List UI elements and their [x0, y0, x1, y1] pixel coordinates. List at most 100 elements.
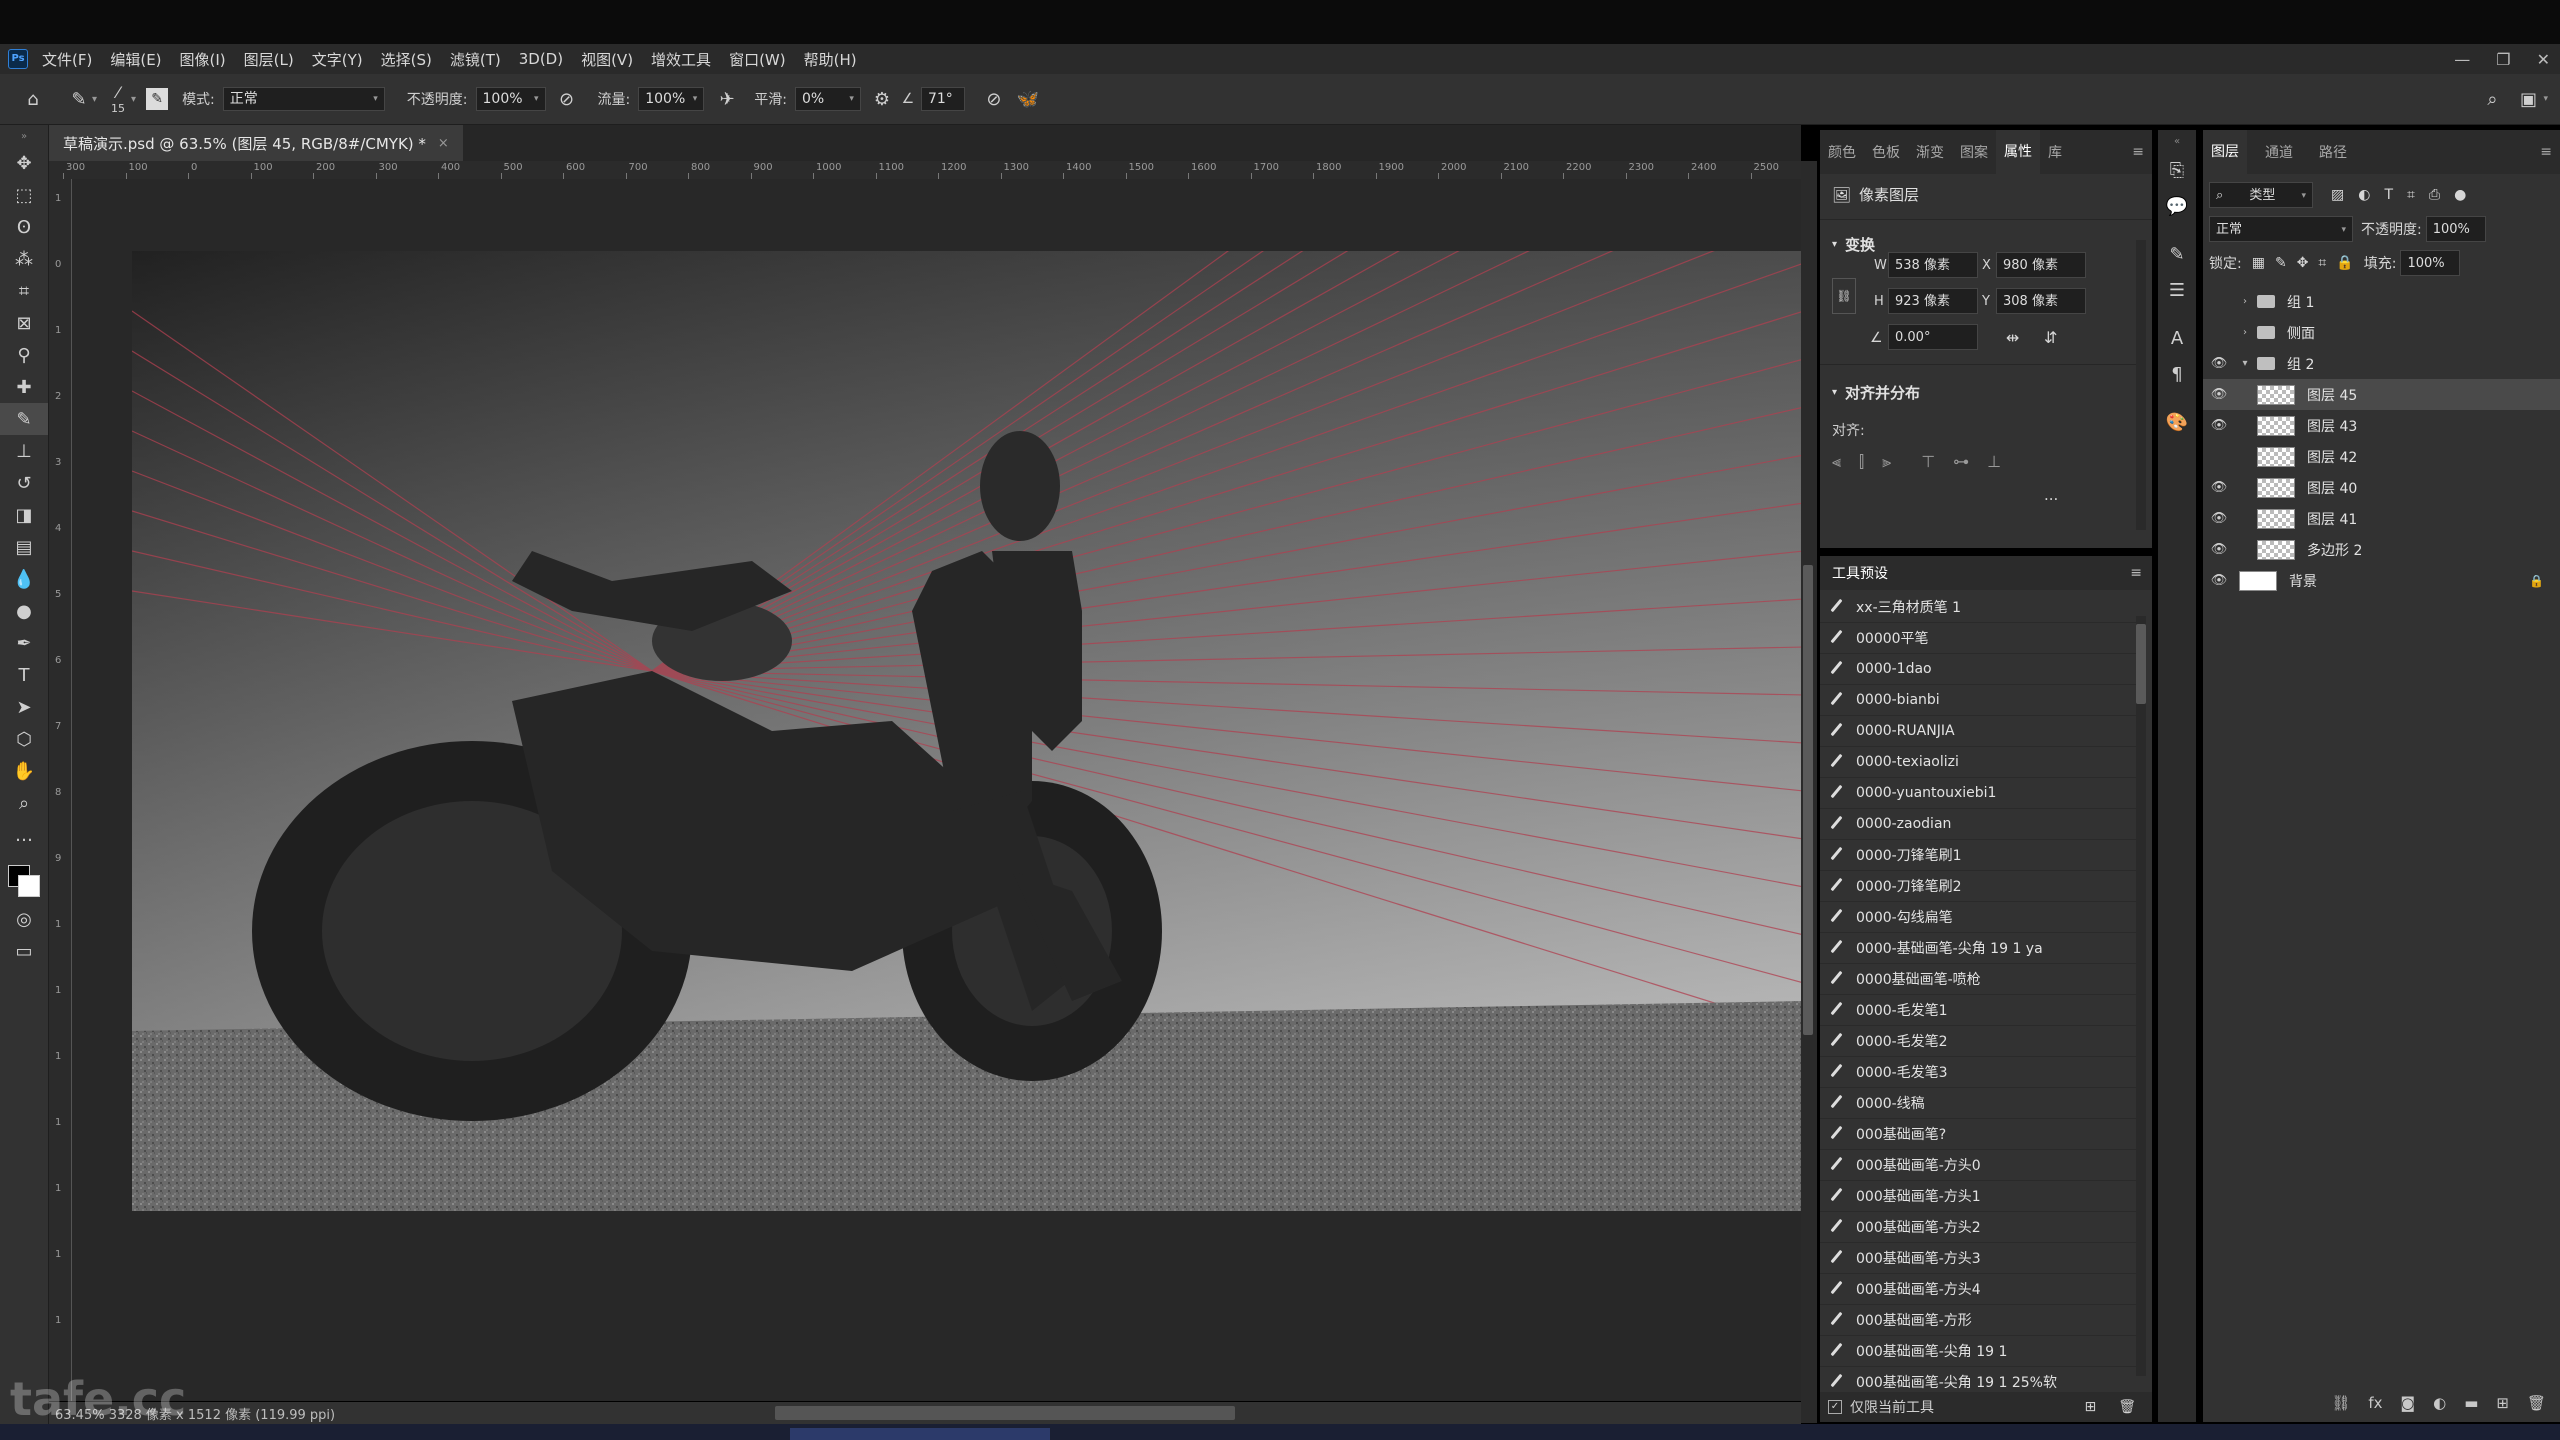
preset-item[interactable]: 000基础画笔-方头2 — [1820, 1212, 2136, 1243]
character-panel-icon[interactable]: A — [2158, 320, 2196, 356]
align-right-icon[interactable]: ⫸ — [1882, 452, 1891, 472]
lock-artboard-icon[interactable]: ⌗ — [2318, 255, 2326, 271]
current-tool-only-checkbox[interactable]: ✓ — [1828, 1400, 1842, 1414]
workspace-icon[interactable]: ▣ — [2515, 86, 2541, 112]
angle-field[interactable]: 71° — [920, 87, 965, 111]
presets-menu-icon[interactable]: ≡ — [2130, 565, 2142, 581]
menu-window[interactable]: 窗口(W) — [729, 49, 786, 70]
layer-name[interactable]: 图层 41 — [2307, 509, 2357, 529]
flip-horizontal-icon[interactable]: ⇹ — [2006, 328, 2019, 347]
flip-vertical-icon[interactable]: ⇵ — [2044, 328, 2057, 347]
x-field[interactable]: 980 像素 — [1996, 252, 2086, 278]
align-section[interactable]: ▾ 对齐并分布 — [1832, 382, 1920, 403]
height-field[interactable]: 923 像素 — [1888, 288, 1978, 314]
add-mask-icon[interactable]: ◙ — [2401, 1394, 2416, 1412]
screen-mode-icon[interactable]: ▭ — [0, 935, 48, 967]
transform-section[interactable]: ▾ 变换 — [1832, 234, 2152, 255]
preset-item[interactable]: xx-三角材质笔 1 — [1820, 592, 2136, 623]
tab-libraries[interactable]: 库 — [2040, 142, 2070, 162]
more-tools-icon[interactable]: … — [0, 819, 48, 851]
preset-item[interactable]: 0000-yuantouxiebi1 — [1820, 778, 2136, 809]
dodge-tool-icon[interactable]: ● — [0, 595, 48, 627]
lock-image-icon[interactable]: ✎ — [2275, 255, 2287, 271]
filter-shape-icon[interactable]: ⌗ — [2407, 187, 2415, 203]
history-panel-icon[interactable]: ⎘ — [2158, 152, 2196, 188]
restore-button[interactable]: ❐ — [2496, 50, 2510, 69]
preset-item[interactable]: 0000-刀锋笔刷1 — [1820, 840, 2136, 871]
layer-row[interactable]: 👁 多边形 2 — [2203, 534, 2560, 565]
preset-item[interactable]: 000基础画笔-方头4 — [1820, 1274, 2136, 1305]
tab-properties[interactable]: 属性 — [1996, 130, 2040, 174]
align-vcenter-icon[interactable]: ⊶ — [1953, 452, 1969, 472]
path-select-tool-icon[interactable]: ➤ — [0, 691, 48, 723]
layer-name[interactable]: 背景 — [2289, 571, 2317, 591]
background-color-swatch[interactable] — [18, 875, 40, 897]
vertical-scrollbar[interactable] — [1803, 565, 1813, 1035]
preset-item[interactable]: 0000-刀锋笔刷2 — [1820, 871, 2136, 902]
move-tool-icon[interactable]: ✥ — [0, 147, 48, 179]
brush-size-picker[interactable]: ⁄ 15 — [111, 83, 125, 115]
flow-field[interactable]: 100% ▾ — [638, 87, 705, 111]
filter-adjustment-icon[interactable]: ◐ — [2358, 187, 2370, 203]
preset-item[interactable]: 0000-毛发笔3 — [1820, 1057, 2136, 1088]
tab-paths[interactable]: 路径 — [2311, 142, 2355, 162]
menu-3d[interactable]: 3D(D) — [519, 50, 563, 68]
collapse-panels-icon[interactable]: « — [2158, 130, 2196, 152]
layer-name[interactable]: 组 2 — [2287, 354, 2314, 374]
healing-tool-icon[interactable]: ✚ — [0, 371, 48, 403]
layer-name[interactable]: 组 1 — [2287, 292, 2314, 312]
layer-name[interactable]: 图层 42 — [2307, 447, 2357, 467]
pressure-opacity-icon[interactable]: ⊘ — [554, 86, 580, 112]
eraser-tool-icon[interactable]: ◨ — [0, 499, 48, 531]
gear-icon[interactable]: ⚙ — [869, 86, 895, 112]
preset-item[interactable]: 000基础画笔-方头0 — [1820, 1150, 2136, 1181]
menu-plugins[interactable]: 增效工具 — [651, 49, 711, 70]
group-toggle-chevron-icon[interactable]: ▾ — [2239, 358, 2251, 369]
layer-row[interactable]: 👁 图层 43 — [2203, 410, 2560, 441]
pressure-size-icon[interactable]: ⊘ — [981, 86, 1007, 112]
preset-item[interactable]: 0000-zaodian — [1820, 809, 2136, 840]
crop-tool-icon[interactable]: ⌗ — [0, 275, 48, 307]
group-toggle-chevron-icon[interactable]: › — [2239, 296, 2251, 307]
layer-row[interactable]: 图层 42 — [2203, 441, 2560, 472]
adjustments-panel-icon[interactable]: ☰ — [2158, 272, 2196, 308]
preset-item[interactable]: 000基础画笔-尖角 19 1 25%软 — [1820, 1367, 2136, 1392]
link-layers-icon[interactable]: ⛓ — [2331, 1394, 2350, 1412]
preset-item[interactable]: 000基础画笔-方头1 — [1820, 1181, 2136, 1212]
tab-gradients[interactable]: 渐变 — [1908, 142, 1952, 162]
delete-preset-icon[interactable]: 🗑 — [2118, 1399, 2136, 1415]
menu-help[interactable]: 帮助(H) — [804, 49, 857, 70]
adjustment-layer-icon[interactable]: ◐ — [2433, 1394, 2446, 1412]
align-bottom-icon[interactable]: ⊥ — [1987, 452, 2001, 472]
visibility-eye-icon[interactable]: 👁 — [2203, 542, 2235, 557]
filter-smart-object-icon[interactable]: ⎙ — [2429, 187, 2440, 203]
quick-mask-icon[interactable]: ◎ — [0, 903, 48, 935]
filter-type-icon[interactable]: T — [2384, 187, 2393, 203]
symmetry-icon[interactable]: 🦋 — [1015, 86, 1041, 112]
color-swatches[interactable] — [0, 851, 48, 903]
menu-type[interactable]: 文字(Y) — [312, 49, 363, 70]
delete-layer-icon[interactable]: 🗑 — [2527, 1394, 2546, 1412]
align-hcenter-icon[interactable]: ⫿ — [1859, 452, 1864, 472]
visibility-eye-icon[interactable]: 👁 — [2203, 387, 2235, 402]
menu-view[interactable]: 视图(V) — [581, 49, 633, 70]
home-icon[interactable]: ⌂ — [20, 86, 46, 112]
lasso-tool-icon[interactable]: ʘ — [0, 211, 48, 243]
preset-item[interactable]: 000基础画笔-方头3 — [1820, 1243, 2136, 1274]
new-group-icon[interactable]: ▬ — [2464, 1394, 2478, 1412]
presets-title[interactable]: 工具预设 — [1832, 563, 1888, 583]
layer-name[interactable]: 图层 45 — [2307, 385, 2357, 405]
layers-menu-icon[interactable]: ≡ — [2532, 144, 2560, 160]
layer-name[interactable]: 图层 43 — [2307, 416, 2357, 436]
width-field[interactable]: 538 像素 — [1888, 252, 1978, 278]
frame-tool-icon[interactable]: ⊠ — [0, 307, 48, 339]
layer-row[interactable]: › 组 1 — [2203, 286, 2560, 317]
menu-file[interactable]: 文件(F) — [42, 49, 92, 70]
preset-item[interactable]: 0000-毛发笔1 — [1820, 995, 2136, 1026]
airbrush-icon[interactable]: ✈ — [714, 86, 740, 112]
document-tab[interactable]: 草稿演示.psd @ 63.5% (图层 45, RGB/8#/CMYK) * … — [49, 125, 463, 161]
layer-row[interactable]: 👁 图层 40 — [2203, 472, 2560, 503]
close-tab-icon[interactable]: × — [438, 136, 449, 151]
layer-row[interactable]: 👁 ▾ 组 2 — [2203, 348, 2560, 379]
layer-row[interactable]: › 侧面 — [2203, 317, 2560, 348]
